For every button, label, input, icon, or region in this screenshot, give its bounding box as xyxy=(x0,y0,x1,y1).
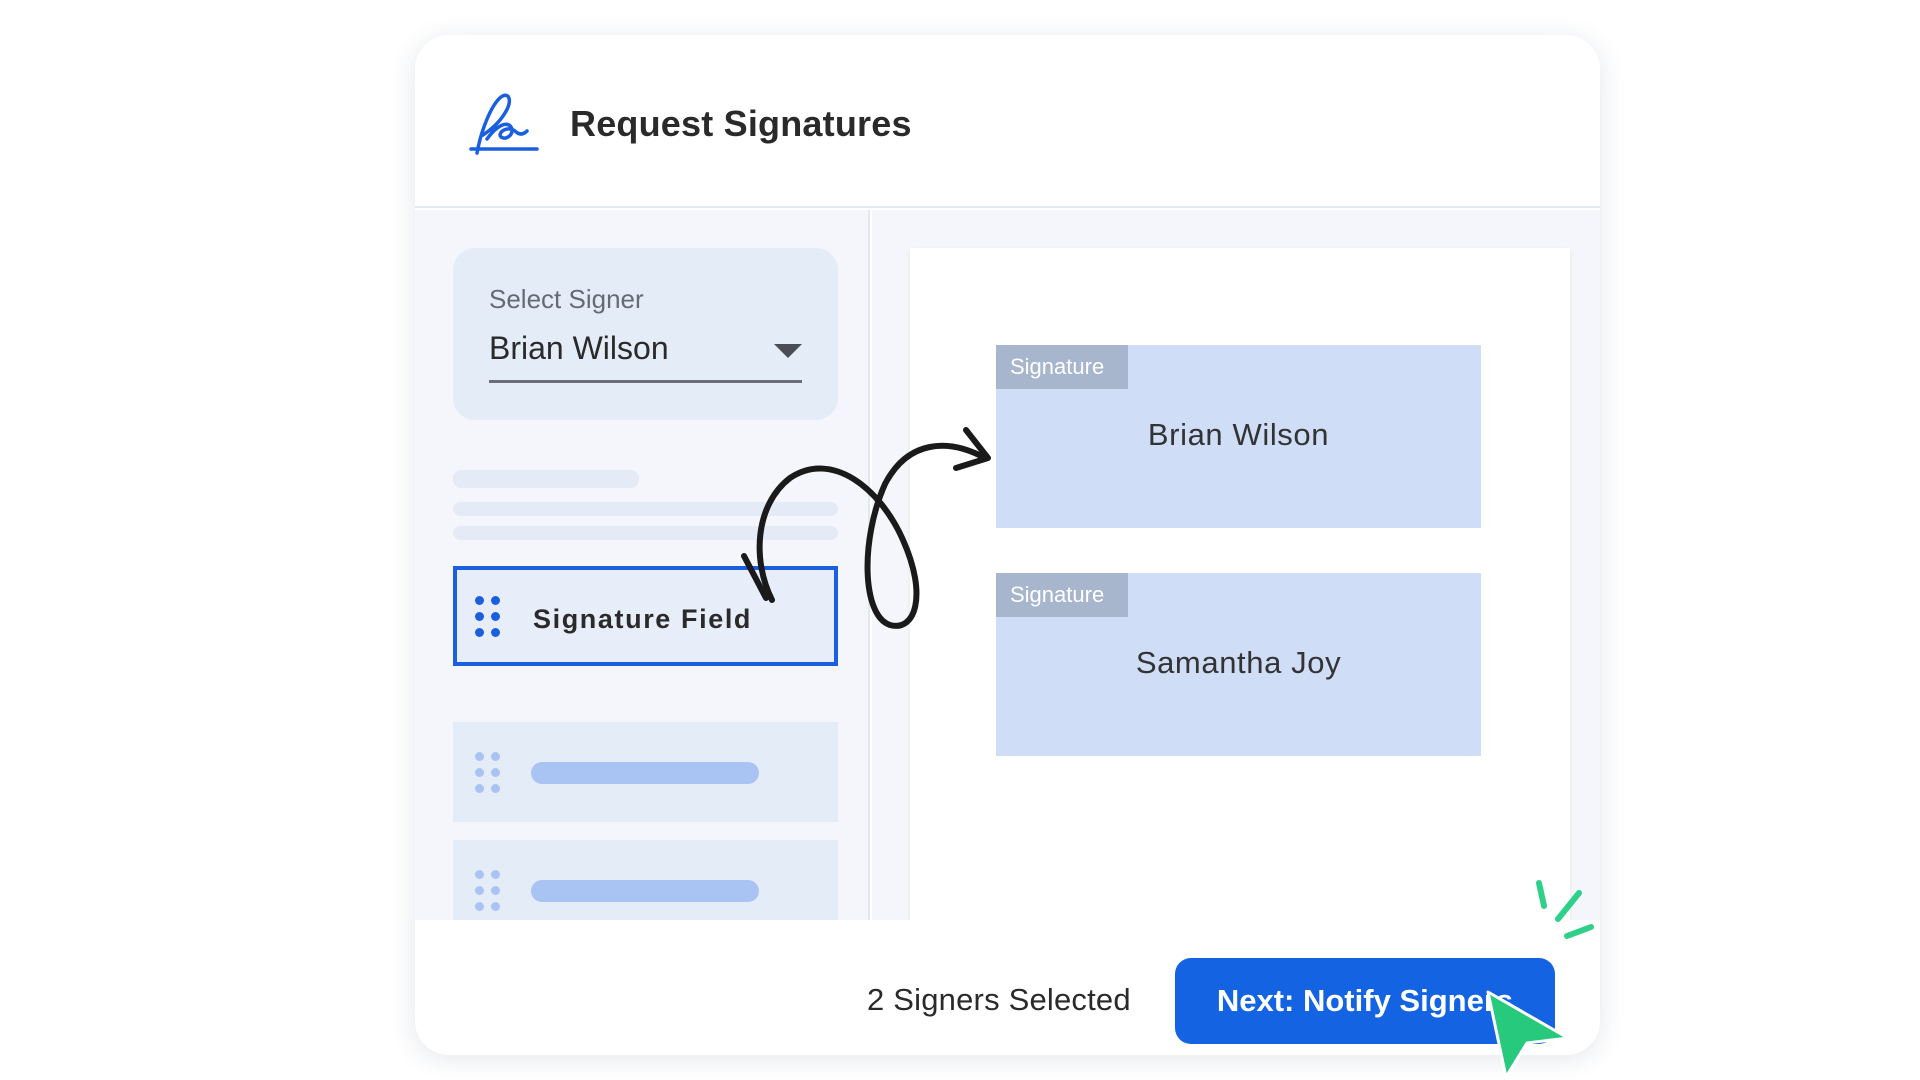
field-placeholder-bar xyxy=(531,880,759,902)
field-item-placeholder[interactable] xyxy=(453,722,838,822)
signature-tag: Signature xyxy=(996,345,1128,389)
select-underline xyxy=(489,380,802,383)
signers-selected-status: 2 Signers Selected xyxy=(867,982,1131,1017)
select-signer-dropdown[interactable]: Select Signer Brian Wilson xyxy=(453,248,838,420)
next-notify-signers-button[interactable]: Next: Notify Signers xyxy=(1175,958,1555,1044)
fields-sidebar: Select Signer Brian Wilson Signature Fie… xyxy=(415,210,870,940)
signature-tag: Signature xyxy=(996,573,1128,617)
card-footer: 2 Signers Selected Next: Notify Signers xyxy=(415,920,1600,1055)
select-signer-label: Select Signer xyxy=(489,284,644,314)
placeholder-line xyxy=(453,526,838,540)
selected-signer-value: Brian Wilson xyxy=(489,330,669,366)
drag-handle-icon[interactable] xyxy=(475,596,505,640)
request-signatures-card: Request Signatures Select Signer Brian W… xyxy=(415,35,1600,1055)
document-preview-panel: Signature Brian Wilson Signature Samanth… xyxy=(872,210,1600,948)
signature-block[interactable]: Signature Brian Wilson xyxy=(996,345,1481,528)
signature-field-label: Signature Field xyxy=(533,604,753,634)
signer-name: Samantha Joy xyxy=(1135,645,1342,680)
signature-pen-icon xyxy=(469,93,539,155)
card-header: Request Signatures xyxy=(415,35,1600,208)
drag-handle-icon[interactable] xyxy=(475,870,505,914)
signer-name: Brian Wilson xyxy=(1147,417,1330,452)
placeholder-line xyxy=(453,470,639,488)
signature-field-item[interactable]: Signature Field xyxy=(453,566,838,666)
drag-handle-icon[interactable] xyxy=(475,752,505,796)
signature-block[interactable]: Signature Samantha Joy xyxy=(996,573,1481,756)
chevron-down-icon[interactable] xyxy=(774,344,802,358)
document-page: Signature Brian Wilson Signature Samanth… xyxy=(910,248,1570,948)
field-placeholder-bar xyxy=(531,762,759,784)
placeholder-line xyxy=(453,502,838,516)
page-title: Request Signatures xyxy=(570,103,912,144)
